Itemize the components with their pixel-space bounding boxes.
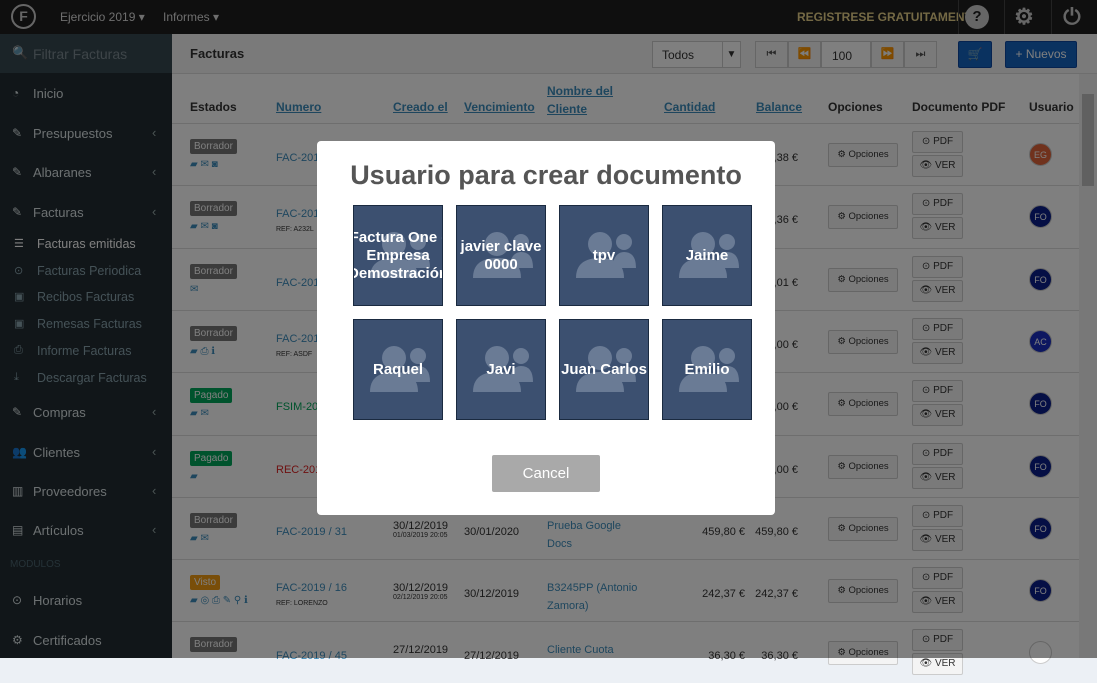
user-name: javier clave 0000	[460, 237, 542, 273]
user-name: tpv	[592, 246, 616, 264]
user-name: Javi	[486, 360, 516, 378]
user-name: Factura One - Empresa Demostración	[353, 228, 442, 282]
user-tile[interactable]: Factura One - Empresa Demostración	[353, 205, 443, 306]
user-tile[interactable]: tpv	[559, 205, 649, 306]
user-tile[interactable]: Javi	[456, 319, 546, 420]
user-name: Raquel	[372, 360, 423, 378]
user-name: Juan Carlos	[561, 360, 647, 378]
user-tile[interactable]: Juan Carlos	[559, 319, 649, 420]
user-tile[interactable]: Emilio	[662, 319, 752, 420]
user-name: Jaime	[685, 246, 729, 264]
cancel-button[interactable]: Cancel	[492, 455, 600, 492]
user-tile[interactable]: javier clave 0000	[456, 205, 546, 306]
user-tile[interactable]: Jaime	[662, 205, 752, 306]
modal-title: Usuario para crear documento	[350, 160, 742, 190]
user-name: Emilio	[684, 360, 730, 378]
user-select-modal: Usuario para crear documento Factura One…	[317, 141, 775, 515]
user-tile[interactable]: Raquel	[353, 319, 443, 420]
